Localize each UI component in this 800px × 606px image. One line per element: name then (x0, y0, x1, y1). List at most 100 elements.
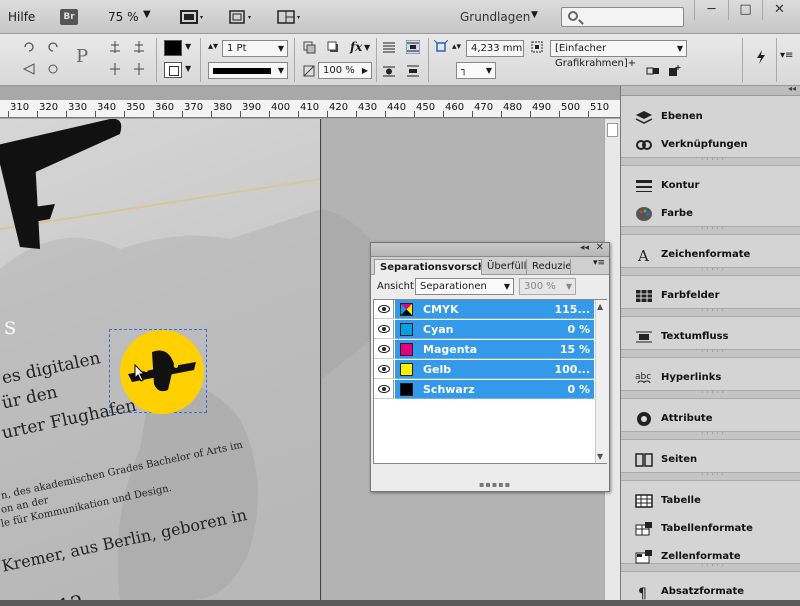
select-container-icon[interactable] (108, 40, 122, 54)
text-wrap-jump-icon[interactable] (406, 64, 420, 78)
dock-item-verknüpfungen[interactable]: Verknüpfungen (621, 131, 800, 159)
view-options-icon[interactable] (180, 8, 206, 26)
transform-again-icon[interactable] (302, 40, 316, 54)
dock-item-seiten[interactable]: Seiten (621, 446, 800, 474)
view-dropdown[interactable]: Separationen ▼ (415, 278, 514, 295)
document-page[interactable]: s es digitalen ür den urter Flughafen n,… (0, 119, 321, 600)
effects-dropdown-icon[interactable]: ▼ (364, 43, 370, 52)
opacity-field[interactable]: 100 % ▶ (318, 62, 372, 79)
close-button[interactable]: ✕ (762, 0, 796, 20)
offset-field[interactable]: 4,233 mm (466, 40, 524, 57)
close-panel-icon[interactable]: ✕ (596, 242, 604, 253)
scroll-up-icon[interactable]: ▲ (597, 302, 603, 311)
visibility-toggle[interactable] (374, 380, 394, 399)
stroke-weight-field[interactable]: 1 Pt ▼ (222, 40, 288, 57)
ink-list-scrollbar[interactable]: ▲ ▼ (595, 300, 607, 463)
stroke-type-field[interactable]: ▼ (208, 62, 288, 79)
scroll-down-icon[interactable]: ▼ (597, 452, 603, 461)
select-next-icon[interactable] (132, 62, 146, 76)
text-wrap-shape-icon[interactable] (382, 64, 396, 78)
tab-flattener[interactable]: Reduzie (527, 259, 571, 275)
horizontal-ruler[interactable]: 310 320 330 340 350 360 370 380 390 400 410 420 430 4… (0, 100, 620, 118)
stroke-dropdown-icon[interactable]: ▼ (185, 64, 191, 73)
ruler-tick-mark (182, 111, 183, 117)
dock-item-ebenen[interactable]: Ebenen (621, 103, 800, 131)
dock-item-farbfelder[interactable]: Farbfelder (621, 282, 800, 310)
ink-list: CMYK 115... Cyan 0 % Magenta 15 % Gelb 1… (373, 299, 607, 464)
menu-help[interactable]: Hilfe (8, 10, 35, 24)
select-content-icon[interactable] (132, 40, 146, 54)
dock-item-zellenformate[interactable]: Zellenformate (621, 543, 800, 571)
selected-graphic-frame[interactable] (109, 329, 207, 414)
minimize-button[interactable]: ─ (694, 0, 728, 20)
dock-item-farbe[interactable]: Farbe (621, 200, 800, 228)
panel-titlebar[interactable]: ◂◂ ✕ (371, 242, 609, 257)
ink-row-cmyk[interactable]: CMYK 115... (374, 300, 594, 319)
offset-stepper[interactable]: ▴▾ (452, 42, 461, 52)
maximize-button[interactable]: □ (728, 0, 762, 20)
dock-item-absatzformate[interactable]: ¶ Absatzformate (621, 578, 800, 606)
bridge-button[interactable]: Br (60, 9, 78, 25)
text-wrap-none-icon[interactable] (382, 40, 396, 54)
corner-options-field[interactable]: ┐ ▼ (456, 62, 496, 79)
visibility-toggle[interactable] (374, 320, 394, 339)
zoom-dropdown-icon[interactable]: ▼ (143, 9, 151, 20)
visibility-toggle[interactable] (374, 300, 394, 319)
arrange-documents-icon[interactable] (277, 8, 303, 26)
search-icon (568, 11, 578, 21)
rotate-ccw-icon[interactable] (46, 40, 60, 54)
ink-row-black[interactable]: Schwarz 0 % (374, 380, 594, 399)
drop-shadow-icon[interactable] (326, 40, 340, 54)
eye-icon (378, 385, 390, 393)
ink-name: Cyan (423, 323, 454, 336)
visibility-toggle[interactable] (374, 360, 394, 379)
visibility-toggle[interactable] (374, 340, 394, 359)
stroke-weight-stepper[interactable]: ▴▾ (208, 41, 218, 52)
panel-options-icon[interactable]: ▾≡ (593, 258, 605, 268)
clear-overrides-icon[interactable] (646, 64, 660, 78)
fill-swatch[interactable] (164, 40, 182, 56)
opacity-icon[interactable] (302, 64, 316, 78)
workspace-switcher[interactable]: Grundlagen (460, 10, 530, 24)
stroke-weight-value: 1 Pt (227, 43, 247, 54)
tab-trap[interactable]: Überfüll (482, 259, 527, 275)
flip-icon[interactable] (22, 62, 36, 76)
ruler-tick-label: 310 (10, 102, 30, 113)
tab-separations-preview[interactable]: Separationsvorschau (374, 259, 482, 275)
text-wrap-offset-icon[interactable] (434, 40, 448, 54)
dock-header[interactable]: ◂◂ (621, 84, 800, 96)
select-previous-icon[interactable] (108, 62, 122, 76)
panel-menu-icon[interactable]: ▾≡ (780, 50, 793, 61)
dock-item-tabellenformate[interactable]: Tabellenformate (621, 515, 800, 543)
dock-item-attribute[interactable]: Attribute (621, 405, 800, 433)
fill-dropdown-icon[interactable]: ▼ (185, 42, 191, 51)
quick-apply-icon[interactable] (754, 50, 768, 64)
dock-item-tabelle[interactable]: Tabelle (621, 487, 800, 515)
text-frame-icon[interactable]: P (76, 46, 88, 67)
search-field[interactable] (561, 7, 684, 27)
workspace-dropdown-icon[interactable]: ▼ (531, 10, 538, 20)
collapse-panel-icon[interactable]: ◂◂ (580, 243, 589, 253)
shear-icon[interactable] (46, 62, 60, 76)
zoom-level[interactable]: 75 % (108, 10, 139, 24)
dock-item-textumfluss[interactable]: Textumfluss (621, 323, 800, 351)
expand-dock-icon[interactable]: ◂◂ (788, 84, 796, 93)
object-style-icon[interactable] (530, 40, 544, 54)
dock-item-zeichenformate[interactable]: A Zeichenformate (621, 241, 800, 269)
stroke-swatch[interactable] (164, 62, 182, 78)
resize-grip[interactable]: ▪▪▪▪▪ (479, 480, 511, 489)
object-style-field[interactable]: [Einfacher Grafikrahmen]+ ▼ (550, 40, 687, 69)
ink-row-cyan[interactable]: Cyan 0 % (374, 320, 594, 339)
dock-item-kontur[interactable]: Kontur (621, 172, 800, 200)
ink-row-magenta[interactable]: Magenta 15 % (374, 340, 594, 359)
rotate-icon[interactable] (22, 40, 36, 54)
scrollbar-thumb[interactable] (607, 123, 618, 137)
screen-mode-icon[interactable] (228, 8, 254, 26)
zoom-dropdown[interactable]: 300 % ▼ (519, 278, 576, 295)
offset-value: 4,233 mm (471, 43, 523, 54)
ink-row-yellow[interactable]: Gelb 100... (374, 360, 594, 379)
dock-item-hyperlinks[interactable]: abc Hyperlinks (621, 364, 800, 392)
text-wrap-box-icon[interactable] (406, 40, 420, 54)
new-style-icon[interactable] (667, 64, 681, 78)
effects-icon[interactable]: fx (350, 40, 362, 54)
